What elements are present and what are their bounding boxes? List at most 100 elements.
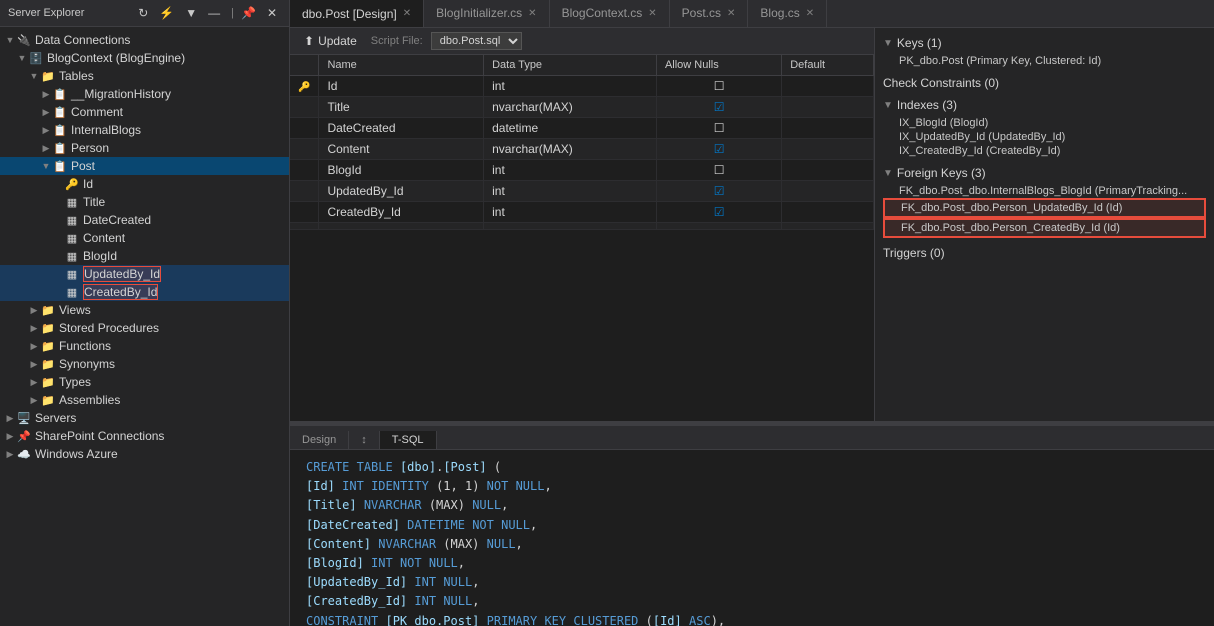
col-datatype[interactable]	[484, 223, 657, 230]
tree-item-SharePoint_Connections[interactable]: ▶ 📌 SharePoint Connections	[0, 427, 289, 445]
tree-item-Assemblies[interactable]: ▶ 📁 Assemblies	[0, 391, 289, 409]
tab-Blog_cs[interactable]: Blog.cs✕	[748, 0, 827, 27]
check-constraints-header[interactable]: Check Constraints (0)	[883, 76, 1206, 90]
col-default[interactable]	[782, 160, 874, 181]
tree-item-Comment[interactable]: ▶ 📋 Comment	[0, 103, 289, 121]
col-default[interactable]	[782, 202, 874, 223]
tree-item-Tables[interactable]: ▼ 📁 Tables	[0, 67, 289, 85]
col-allownulls[interactable]: ☑	[656, 202, 781, 223]
col-allownulls[interactable]: ☐	[656, 118, 781, 139]
close-tab-icon[interactable]: ✕	[403, 8, 411, 19]
close-tab-icon[interactable]: ✕	[806, 8, 814, 19]
sql-tab-T_SQL[interactable]: T-SQL	[380, 431, 437, 449]
keys-header[interactable]: ▼ Keys (1)	[883, 36, 1206, 50]
table-row[interactable]: UpdatedBy_Id int ☑	[290, 181, 874, 202]
row-indicator	[290, 181, 319, 202]
col-allownulls[interactable]: ☐	[656, 76, 781, 97]
col-default[interactable]	[782, 139, 874, 160]
tree-item-InternalBlogs[interactable]: ▶ 📋 InternalBlogs	[0, 121, 289, 139]
table-row[interactable]: CreatedBy_Id int ☑	[290, 202, 874, 223]
close-tab-icon[interactable]: ✕	[648, 8, 656, 19]
col-allownulls[interactable]: ☑	[656, 139, 781, 160]
tree-item-UpdatedBy_Id[interactable]: ▦ UpdatedBy_Id	[0, 265, 289, 283]
col-allownulls[interactable]: ☑	[656, 181, 781, 202]
checkbox-unchecked[interactable]: ☐	[714, 79, 725, 93]
tree-item-CreatedBy_Id[interactable]: ▦ CreatedBy_Id	[0, 283, 289, 301]
checkbox-checked[interactable]: ☑	[714, 142, 725, 156]
col-default[interactable]	[782, 223, 874, 230]
col-datatype[interactable]: int	[484, 181, 657, 202]
col-name[interactable]	[319, 223, 484, 230]
col-default[interactable]	[782, 118, 874, 139]
tree-item-Stored_Procedures[interactable]: ▶ 📁 Stored Procedures	[0, 319, 289, 337]
toolbar-connect[interactable]: ⚡	[155, 4, 178, 22]
table-row[interactable]: Content nvarchar(MAX) ☑	[290, 139, 874, 160]
col-name[interactable]: CreatedBy_Id	[319, 202, 484, 223]
col-name[interactable]: Id	[319, 76, 484, 97]
tab-Post_cs[interactable]: Post.cs✕	[670, 0, 749, 27]
checkbox-checked[interactable]: ☑	[714, 100, 725, 114]
close-tab-icon[interactable]: ✕	[727, 8, 735, 19]
col-allownulls[interactable]: ☑	[656, 97, 781, 118]
toolbar-pin[interactable]: 📌	[237, 4, 260, 22]
table-row[interactable]: DateCreated datetime ☐	[290, 118, 874, 139]
tree-item-Title[interactable]: ▦ Title	[0, 193, 289, 211]
close-tab-icon[interactable]: ✕	[528, 8, 536, 19]
tree-item-Data_Connections[interactable]: ▼ 🔌 Data Connections	[0, 31, 289, 49]
checkbox-unchecked[interactable]: ☐	[714, 163, 725, 177]
table-row[interactable]	[290, 223, 874, 230]
sql-tab-Design[interactable]: Design	[290, 431, 349, 449]
col-default[interactable]	[782, 76, 874, 97]
col-datatype[interactable]: int	[484, 160, 657, 181]
col-allownulls[interactable]: ☐	[656, 160, 781, 181]
tree-item-Id[interactable]: 🔑 Id	[0, 175, 289, 193]
tree-item-Person[interactable]: ▶ 📋 Person	[0, 139, 289, 157]
tree-item-__MigrationHistory[interactable]: ▶ 📋 __MigrationHistory	[0, 85, 289, 103]
node-icon: ▦	[64, 248, 80, 264]
col-name[interactable]: DateCreated	[319, 118, 484, 139]
tree-item-Functions[interactable]: ▶ 📁 Functions	[0, 337, 289, 355]
table-row[interactable]: Title nvarchar(MAX) ☑	[290, 97, 874, 118]
toolbar-refresh[interactable]: ↻	[134, 4, 152, 22]
checkbox-checked[interactable]: ☑	[714, 205, 725, 219]
col-datatype[interactable]: datetime	[484, 118, 657, 139]
col-datatype[interactable]: nvarchar(MAX)	[484, 139, 657, 160]
tree-item-Types[interactable]: ▶ 📁 Types	[0, 373, 289, 391]
col-default[interactable]	[782, 181, 874, 202]
tree-item-BlogContext__BlogEngine_[interactable]: ▼ 🗄️ BlogContext (BlogEngine)	[0, 49, 289, 67]
tree-item-Synonyms[interactable]: ▶ 📁 Synonyms	[0, 355, 289, 373]
tab-BlogContext_cs[interactable]: BlogContext.cs✕	[550, 0, 670, 27]
tree-item-Windows_Azure[interactable]: ▶ ☁️ Windows Azure	[0, 445, 289, 463]
checkbox-checked[interactable]: ☑	[714, 184, 725, 198]
table-row[interactable]: BlogId int ☐	[290, 160, 874, 181]
sql-tab-_[interactable]: ↕	[349, 431, 380, 449]
table-row[interactable]: 🔑 Id int ☐	[290, 76, 874, 97]
tree-item-Views[interactable]: ▶ 📁 Views	[0, 301, 289, 319]
toolbar-collapse[interactable]: —	[204, 4, 224, 22]
checkbox-unchecked[interactable]: ☐	[714, 121, 725, 135]
col-datatype[interactable]: int	[484, 202, 657, 223]
toolbar-filter[interactable]: ▼	[181, 4, 201, 22]
col-datatype[interactable]: nvarchar(MAX)	[484, 97, 657, 118]
col-datatype[interactable]: int	[484, 76, 657, 97]
script-file-select[interactable]: dbo.Post.sql	[431, 32, 522, 50]
col-name[interactable]: BlogId	[319, 160, 484, 181]
col-allownulls[interactable]	[656, 223, 781, 230]
triggers-header[interactable]: Triggers (0)	[883, 246, 1206, 260]
update-button[interactable]: ⬆ Update	[298, 32, 363, 50]
tree-item-Content[interactable]: ▦ Content	[0, 229, 289, 247]
node-label: Assemblies	[59, 393, 120, 407]
tree-item-BlogId[interactable]: ▦ BlogId	[0, 247, 289, 265]
col-name[interactable]: Content	[319, 139, 484, 160]
tab-BlogInitializer_cs[interactable]: BlogInitializer.cs✕	[424, 0, 549, 27]
tree-item-DateCreated[interactable]: ▦ DateCreated	[0, 211, 289, 229]
tree-item-Servers[interactable]: ▶ 🖥️ Servers	[0, 409, 289, 427]
toolbar-close[interactable]: ✕	[263, 4, 281, 22]
col-name[interactable]: UpdatedBy_Id	[319, 181, 484, 202]
indexes-header[interactable]: ▼ Indexes (3)	[883, 98, 1206, 112]
tree-item-Post[interactable]: ▼ 📋 Post	[0, 157, 289, 175]
tab-dbo_Post__Design_[interactable]: dbo.Post [Design]✕	[290, 0, 424, 27]
col-default[interactable]	[782, 97, 874, 118]
foreign-keys-header[interactable]: ▼ Foreign Keys (3)	[883, 166, 1206, 180]
col-name[interactable]: Title	[319, 97, 484, 118]
